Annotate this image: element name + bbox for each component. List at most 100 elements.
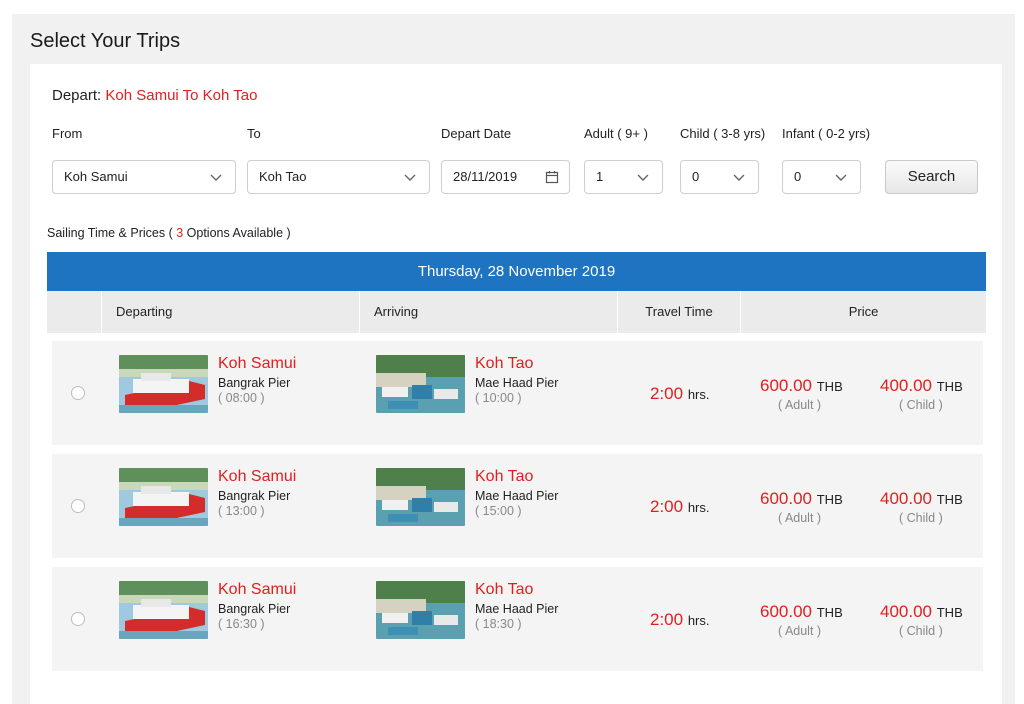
from-select[interactable]: Koh Samui [52, 160, 236, 194]
departing-place: Koh Samui [218, 581, 297, 598]
from-label: From [52, 126, 83, 141]
infant-select-value: 0 [794, 169, 802, 184]
adult-price-value: 600.00 [760, 376, 812, 395]
sailing-suffix: Options Available ) [186, 226, 291, 240]
to-label: To [247, 126, 261, 141]
child-price-label: ( Child ) [899, 511, 943, 525]
depart-date-input[interactable]: 28/11/2019 [441, 160, 570, 194]
travel-unit: hrs. [687, 387, 710, 402]
travel-duration: 2:00 [650, 497, 684, 516]
child-price: 400.00 THB [880, 489, 963, 509]
child-price-currency: THB [936, 492, 963, 507]
depart-route: Koh Samui To Koh Tao [105, 87, 258, 104]
arriving-place: Koh Tao [475, 468, 534, 485]
arriving-pier-image [376, 581, 465, 639]
trip-radio[interactable] [71, 612, 85, 626]
adult-price-label: ( Adult ) [778, 511, 822, 525]
arriving-pier: Mae Haad Pier [475, 376, 559, 390]
options-count: 3 [176, 226, 184, 240]
arriving-pier: Mae Haad Pier [475, 489, 559, 503]
calendar-icon[interactable] [545, 170, 559, 184]
table-header: Departing Arriving Travel Time Price [47, 291, 986, 333]
chevron-down-icon [210, 174, 222, 181]
infant-label: Infant ( 0-2 yrs) [782, 126, 871, 141]
adult-price: 600.00 THB [760, 489, 843, 509]
departing-place: Koh Samui [218, 355, 297, 372]
departing-place: Koh Samui [218, 468, 297, 485]
arriving-pier-image [376, 355, 465, 413]
departing-time: ( 13:00 ) [218, 504, 265, 518]
trip-row[interactable]: Koh Samui Bangrak Pier ( 08:00 ) Koh Tao… [52, 341, 983, 445]
child-select-value: 0 [692, 169, 700, 184]
adult-price-currency: THB [816, 605, 843, 620]
trip-row[interactable]: Koh Samui Bangrak Pier ( 13:00 ) Koh Tao… [52, 454, 983, 558]
child-label: Child ( 3-8 yrs) [680, 126, 766, 141]
child-price-value: 400.00 [880, 489, 932, 508]
trip-radio[interactable] [71, 386, 85, 400]
adult-select-value: 1 [596, 169, 604, 184]
date-bar: Thursday, 28 November 2019 [47, 252, 986, 291]
depart-label: Depart: [52, 87, 102, 104]
travel-time: 2:00 hrs. [650, 384, 710, 404]
departing-ferry-image [119, 468, 208, 526]
child-price-currency: THB [936, 605, 963, 620]
search-button[interactable]: Search [885, 160, 978, 194]
chevron-down-icon [733, 174, 745, 181]
arriving-place: Koh Tao [475, 581, 534, 598]
depart-summary: Depart: Koh Samui To Koh Tao [52, 87, 257, 104]
depart-date-label: Depart Date [441, 126, 512, 141]
to-select-value: Koh Tao [259, 169, 307, 184]
child-price-value: 400.00 [880, 602, 932, 621]
to-select[interactable]: Koh Tao [247, 160, 430, 194]
chevron-down-icon [835, 174, 847, 181]
header-price: Price [740, 291, 986, 333]
departing-ferry-image [119, 355, 208, 413]
departing-pier: Bangrak Pier [218, 489, 291, 503]
child-price-label: ( Child ) [899, 398, 943, 412]
chevron-down-icon [404, 174, 416, 181]
adult-price-value: 600.00 [760, 489, 812, 508]
arriving-time: ( 18:30 ) [475, 617, 522, 631]
adult-price-currency: THB [816, 492, 843, 507]
adult-price-label: ( Adult ) [778, 624, 822, 638]
arriving-place: Koh Tao [475, 355, 534, 372]
header-arriving: Arriving [359, 291, 617, 333]
departing-ferry-image [119, 581, 208, 639]
child-price-currency: THB [936, 379, 963, 394]
sailing-summary: Sailing Time & Prices ( 3 Options Availa… [47, 226, 291, 240]
departing-pier: Bangrak Pier [218, 376, 291, 390]
adult-price: 600.00 THB [760, 602, 843, 622]
infant-select[interactable]: 0 [782, 160, 861, 194]
child-price: 400.00 THB [880, 376, 963, 396]
header-travel-time: Travel Time [617, 291, 740, 333]
arriving-pier: Mae Haad Pier [475, 602, 559, 616]
child-select[interactable]: 0 [680, 160, 759, 194]
child-price-label: ( Child ) [899, 624, 943, 638]
travel-duration: 2:00 [650, 384, 684, 403]
adult-price-label: ( Adult ) [778, 398, 822, 412]
trip-radio[interactable] [71, 499, 85, 513]
arriving-time: ( 10:00 ) [475, 391, 522, 405]
travel-time: 2:00 hrs. [650, 610, 710, 630]
departing-time: ( 16:30 ) [218, 617, 265, 631]
adult-price: 600.00 THB [760, 376, 843, 396]
arriving-pier-image [376, 468, 465, 526]
travel-unit: hrs. [687, 613, 710, 628]
page-title: Select Your Trips [30, 30, 181, 52]
arriving-time: ( 15:00 ) [475, 504, 522, 518]
departing-pier: Bangrak Pier [218, 602, 291, 616]
departing-time: ( 08:00 ) [218, 391, 265, 405]
child-price: 400.00 THB [880, 602, 963, 622]
adult-label: Adult ( 9+ ) [584, 126, 648, 141]
travel-time: 2:00 hrs. [650, 497, 710, 517]
adult-price-currency: THB [816, 379, 843, 394]
depart-date-value: 28/11/2019 [453, 169, 518, 184]
trip-row[interactable]: Koh Samui Bangrak Pier ( 16:30 ) Koh Tao… [52, 567, 983, 671]
chevron-down-icon [637, 174, 649, 181]
travel-duration: 2:00 [650, 610, 684, 629]
adult-select[interactable]: 1 [584, 160, 663, 194]
header-select-cell [47, 291, 101, 333]
travel-unit: hrs. [687, 500, 710, 515]
sailing-prefix: Sailing Time & Prices ( [47, 226, 173, 240]
adult-price-value: 600.00 [760, 602, 812, 621]
